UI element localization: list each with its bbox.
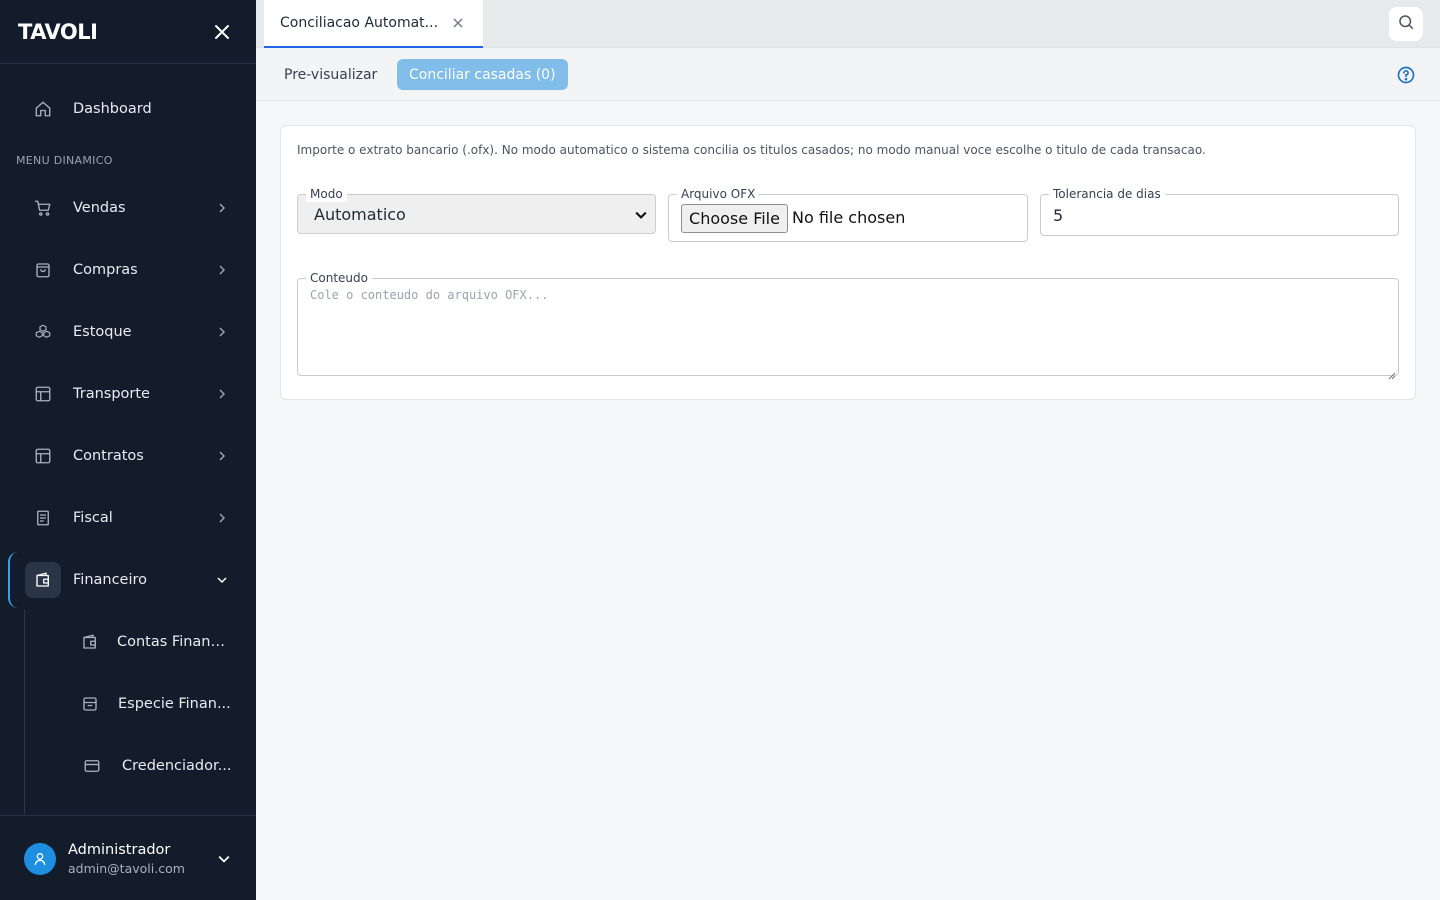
import-card: Importe o extrato bancario (.ofx). No mo… [280, 125, 1416, 400]
user-email: admin@tavoli.com [68, 861, 185, 876]
sidebar-header: TAVOLI [0, 0, 256, 64]
help-icon[interactable] [1396, 65, 1416, 85]
chevron-right-icon [214, 324, 230, 340]
chevron-down-icon[interactable] [216, 851, 232, 867]
sidebar-item-financeiro[interactable]: Financeiro [0, 556, 256, 604]
boxes-icon [32, 321, 54, 343]
sidebar-item-label: Estoque [73, 324, 132, 340]
sidebar-subitem-label: Credenciador... [122, 758, 232, 774]
conteudo-textarea[interactable]: Conteudo Cole o conteudo do arquivo OFX.… [297, 270, 1399, 380]
sidebar-item-contratos[interactable]: Contratos [0, 432, 256, 480]
app-logo: TAVOLI [18, 19, 98, 44]
avatar[interactable] [24, 843, 56, 875]
sidebar-subitem-especie-financeira[interactable]: Especie Finan... [0, 682, 256, 726]
tab-bar: Conciliacao Automat... [256, 0, 1440, 48]
archive-icon [80, 694, 100, 714]
layout-icon [32, 445, 54, 467]
section-label: MENU DINAMICO [16, 154, 113, 167]
home-icon [32, 98, 54, 120]
chevron-right-icon [214, 200, 230, 216]
resize-handle-icon[interactable] [1388, 365, 1396, 380]
sidebar-item-label: Compras [73, 262, 138, 278]
sidebar-item-transporte[interactable]: Transporte [0, 370, 256, 418]
arquivo-label: Arquivo OFX [677, 186, 760, 202]
search-button[interactable] [1389, 7, 1423, 41]
shopping-bag-icon [32, 259, 54, 281]
user-profile: Administrador admin@tavoli.com [0, 815, 256, 900]
sidebar-item-fiscal[interactable]: Fiscal [0, 494, 256, 542]
arquivo-field: Arquivo OFX Choose File No file chosen [668, 186, 1028, 242]
receipt-icon [32, 507, 54, 529]
wallet-icon [80, 632, 100, 652]
file-status: No file chosen [792, 208, 906, 227]
tolerancia-label: Tolerancia de dias [1049, 186, 1165, 202]
sidebar-item-label: Contratos [73, 448, 144, 464]
sidebar-item-label: Fiscal [73, 510, 113, 526]
modo-value: Automatico [314, 205, 406, 224]
cart-icon [32, 197, 54, 219]
chevron-right-icon [214, 448, 230, 464]
sidebar-subitem-credenciadoras[interactable]: Credenciador... [0, 744, 256, 788]
sidebar: TAVOLI Dashboard MENU DINAMICO Vendas Co… [0, 0, 256, 900]
sidebar-item-label: Dashboard [73, 101, 152, 117]
tolerancia-input[interactable]: Tolerancia de dias 5 [1040, 186, 1399, 236]
chevron-down-icon [214, 572, 230, 588]
user-name: Administrador [68, 842, 171, 858]
intro-text: Importe o extrato bancario (.ofx). No mo… [297, 143, 1206, 157]
sidebar-item-dashboard[interactable]: Dashboard [0, 85, 256, 133]
layout-icon [32, 383, 54, 405]
sidebar-subitem-label: Contas Financ... [117, 634, 232, 650]
chevron-down-icon [635, 209, 647, 221]
sidebar-item-label: Vendas [73, 200, 126, 216]
toolbar: Pre-visualizar Conciliar casadas (0) [256, 48, 1440, 101]
credit-card-icon [82, 756, 102, 776]
tab-conciliacao[interactable]: Conciliacao Automat... [264, 0, 483, 48]
preview-button[interactable]: Pre-visualizar [276, 59, 385, 90]
sidebar-item-label: Financeiro [73, 572, 148, 588]
wallet-icon [32, 569, 54, 591]
close-icon[interactable] [212, 22, 232, 42]
sidebar-item-compras[interactable]: Compras [0, 246, 256, 294]
chevron-right-icon [214, 262, 230, 278]
search-icon [1397, 13, 1415, 35]
choose-file-button[interactable]: Choose File [681, 204, 788, 233]
sidebar-item-label: Transporte [73, 386, 150, 402]
tab-label: Conciliacao Automat... [280, 15, 439, 31]
sidebar-item-vendas[interactable]: Vendas [0, 184, 256, 232]
conciliar-button[interactable]: Conciliar casadas (0) [397, 59, 568, 90]
conteudo-placeholder: Cole o conteudo do arquivo OFX... [310, 288, 549, 302]
modo-select[interactable]: Modo Automatico [297, 186, 656, 234]
chevron-right-icon [214, 510, 230, 526]
close-icon[interactable] [452, 17, 464, 29]
tolerancia-value: 5 [1053, 206, 1064, 225]
modo-label: Modo [306, 186, 347, 202]
chevron-right-icon [214, 386, 230, 402]
conteudo-label: Conteudo [306, 270, 372, 286]
sidebar-item-estoque[interactable]: Estoque [0, 308, 256, 356]
sidebar-subitem-label: Especie Finan... [118, 696, 231, 712]
sidebar-subitem-contas-financeiras[interactable]: Contas Financ... [0, 620, 256, 664]
